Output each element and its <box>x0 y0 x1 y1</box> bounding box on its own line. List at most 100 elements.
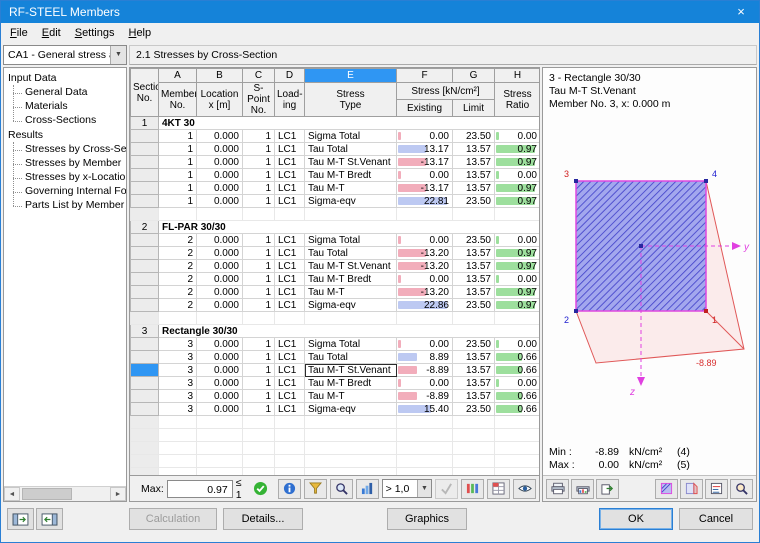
location-cell[interactable]: 0.000 <box>196 350 243 364</box>
scroll-left-icon[interactable]: ◄ <box>4 487 20 501</box>
limit-cell[interactable]: 13.57 <box>452 389 495 403</box>
color-scale-button[interactable] <box>461 478 484 499</box>
spoint-cell[interactable]: 1 <box>242 246 275 260</box>
max-ratio-field[interactable]: 0.97 <box>166 479 233 498</box>
row-header-cell[interactable] <box>130 337 159 351</box>
ratio-filter-combobox[interactable]: > 1,0 ▼ <box>381 479 432 498</box>
location-cell[interactable]: 0.000 <box>196 246 243 260</box>
ratio-cell[interactable]: 0.97 <box>494 259 539 273</box>
existing-cell[interactable]: -13.20 <box>396 246 453 260</box>
existing-cell[interactable]: 0.00 <box>396 337 453 351</box>
details-button[interactable]: Details... <box>223 508 303 530</box>
zoom-section-button[interactable] <box>730 478 753 499</box>
member-cell[interactable]: 3 <box>158 402 197 416</box>
loading-cell[interactable]: LC1 <box>274 285 305 299</box>
zoom-result-button[interactable] <box>329 478 353 499</box>
existing-cell[interactable]: -13.17 <box>396 181 453 195</box>
spoint-cell[interactable]: 1 <box>242 168 275 182</box>
export-table-button[interactable] <box>487 478 510 499</box>
column-letter-b[interactable]: B <box>196 68 243 83</box>
row-header-cell[interactable] <box>130 363 159 377</box>
column-header-limit[interactable]: Limit <box>452 99 495 117</box>
row-header-cell[interactable] <box>130 298 159 312</box>
ratio-cell[interactable]: 0.97 <box>494 298 539 312</box>
ratio-cell[interactable]: 0.97 <box>494 155 539 169</box>
ratio-cell[interactable]: 0.00 <box>494 337 539 351</box>
apply-filter-button[interactable] <box>435 478 458 499</box>
column-header-ratio[interactable]: Stress Ratio <box>494 82 539 117</box>
ratio-cell[interactable]: 0.97 <box>494 142 539 156</box>
loading-cell[interactable]: LC1 <box>274 259 305 273</box>
loading-cell[interactable]: LC1 <box>274 194 305 208</box>
section-number-cell[interactable]: 3 <box>130 324 159 338</box>
limit-cell[interactable]: 13.57 <box>452 363 495 377</box>
loading-cell[interactable]: LC1 <box>274 337 305 351</box>
toggle-navigator-button[interactable] <box>7 508 34 530</box>
location-cell[interactable]: 0.000 <box>196 363 243 377</box>
member-cell[interactable]: 3 <box>158 363 197 377</box>
spoint-cell[interactable]: 1 <box>242 194 275 208</box>
row-header-cell[interactable] <box>130 129 159 143</box>
spoint-cell[interactable]: 1 <box>242 298 275 312</box>
column-letter-d[interactable]: D <box>274 68 305 83</box>
location-cell[interactable]: 0.000 <box>196 181 243 195</box>
print-button[interactable] <box>546 478 569 499</box>
toggle-graphic-panel-button[interactable] <box>36 508 63 530</box>
member-cell[interactable]: 1 <box>158 142 197 156</box>
menu-item-edit[interactable]: Edit <box>35 25 68 41</box>
member-cell[interactable]: 2 <box>158 285 197 299</box>
location-cell[interactable]: 0.000 <box>196 155 243 169</box>
location-cell[interactable]: 0.000 <box>196 376 243 390</box>
row-header-cell[interactable] <box>130 402 159 416</box>
row-header-cell[interactable] <box>130 285 159 299</box>
existing-cell[interactable]: -13.17 <box>396 155 453 169</box>
member-cell[interactable]: 1 <box>158 168 197 182</box>
column-header-member[interactable]: Member No. <box>158 82 197 117</box>
row-header-cell[interactable] <box>130 246 159 260</box>
member-cell[interactable]: 1 <box>158 194 197 208</box>
spoint-cell[interactable]: 1 <box>242 259 275 273</box>
limit-cell[interactable]: 23.50 <box>452 298 495 312</box>
loading-cell[interactable]: LC1 <box>274 129 305 143</box>
limit-cell[interactable]: 13.57 <box>452 272 495 286</box>
ratio-cell[interactable]: 0.66 <box>494 402 539 416</box>
row-header-cell[interactable] <box>130 142 159 156</box>
location-cell[interactable]: 0.000 <box>196 272 243 286</box>
location-cell[interactable]: 0.000 <box>196 389 243 403</box>
stress-type-cell[interactable]: Tau M-T Bredt <box>304 168 397 182</box>
member-cell[interactable]: 1 <box>158 129 197 143</box>
member-cell[interactable]: 1 <box>158 181 197 195</box>
limit-cell[interactable]: 23.50 <box>452 337 495 351</box>
loading-cell[interactable]: LC1 <box>274 402 305 416</box>
existing-cell[interactable]: -13.20 <box>396 285 453 299</box>
menu-item-file[interactable]: File <box>3 25 35 41</box>
stress-type-cell[interactable]: Tau M-T Bredt <box>304 376 397 390</box>
spoint-cell[interactable]: 1 <box>242 155 275 169</box>
case-combobox[interactable]: CA1 - General stress analysis o ▼ <box>3 45 127 65</box>
ratio-cell[interactable]: 0.00 <box>494 129 539 143</box>
column-letter-a[interactable]: A <box>158 68 197 83</box>
loading-cell[interactable]: LC1 <box>274 246 305 260</box>
loading-cell[interactable]: LC1 <box>274 233 305 247</box>
loading-cell[interactable]: LC1 <box>274 376 305 390</box>
limit-cell[interactable]: 13.57 <box>452 181 495 195</box>
result-diagram-button[interactable] <box>355 478 379 499</box>
row-header-cell[interactable] <box>130 376 159 390</box>
scrollbar-thumb[interactable] <box>22 488 72 500</box>
stress-type-cell[interactable]: Sigma-eqv <box>304 402 397 416</box>
limit-cell[interactable]: 13.57 <box>452 376 495 390</box>
row-header-cell[interactable] <box>130 155 159 169</box>
spoint-cell[interactable]: 1 <box>242 233 275 247</box>
limit-cell[interactable]: 23.50 <box>452 194 495 208</box>
member-cell[interactable]: 2 <box>158 298 197 312</box>
tree-item-results[interactable]: Results <box>8 128 126 142</box>
limit-cell[interactable]: 13.57 <box>452 259 495 273</box>
existing-cell[interactable]: 22.81 <box>396 194 453 208</box>
loading-cell[interactable]: LC1 <box>274 363 305 377</box>
spoint-cell[interactable]: 1 <box>242 389 275 403</box>
column-header-spoint[interactable]: S-Point No. <box>242 82 275 117</box>
loading-cell[interactable]: LC1 <box>274 142 305 156</box>
loading-cell[interactable]: LC1 <box>274 298 305 312</box>
column-letter-g[interactable]: G <box>452 68 495 83</box>
stress-type-cell[interactable]: Tau Total <box>304 142 397 156</box>
